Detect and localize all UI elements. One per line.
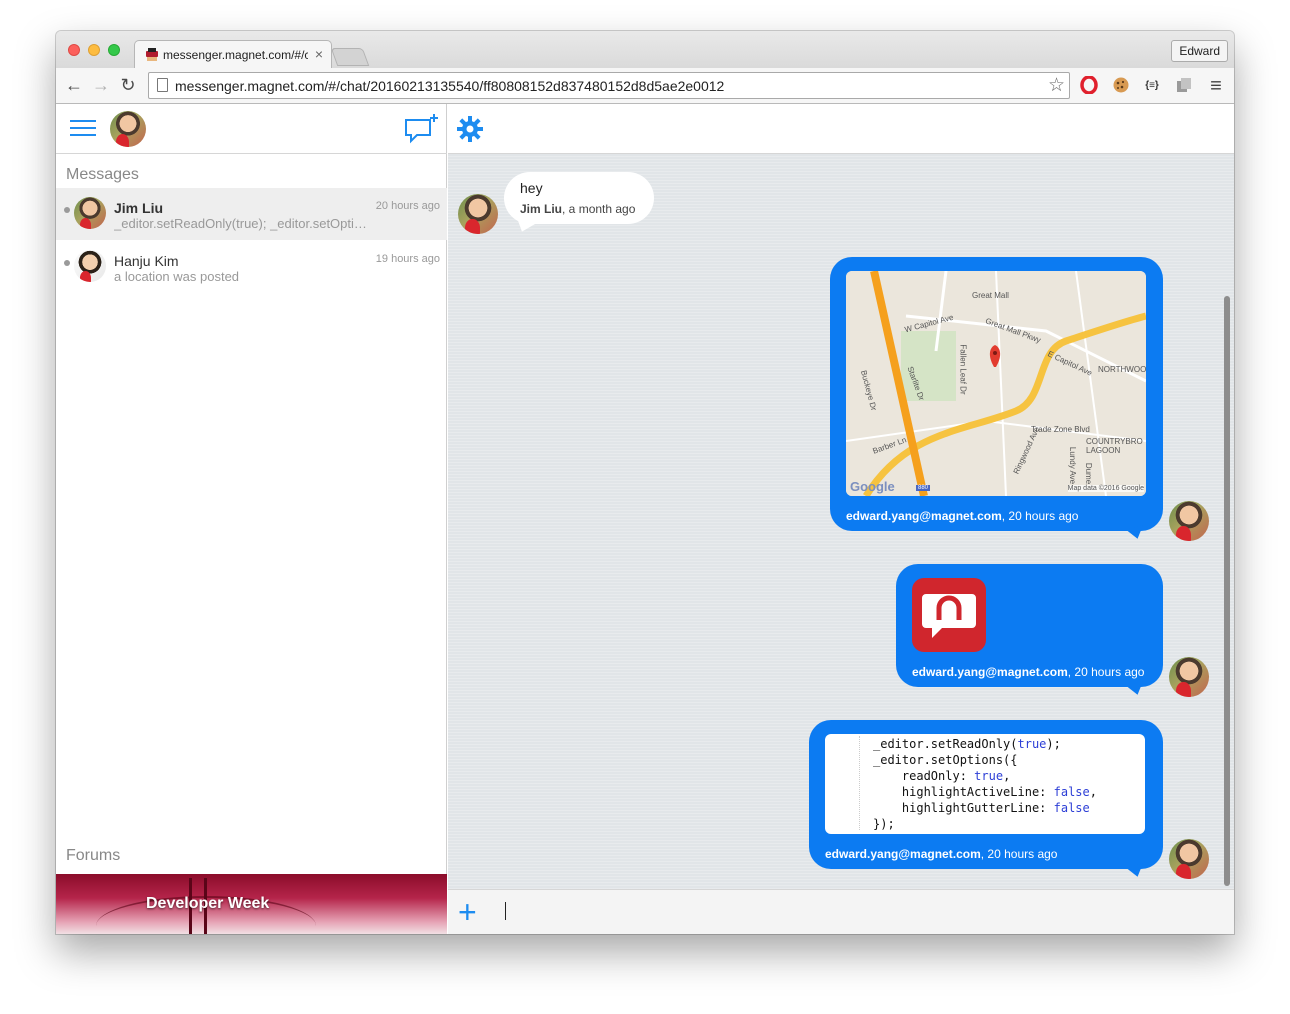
- my-avatar: [1169, 839, 1209, 879]
- tab-title: messenger.magnet.com/#/c: [163, 48, 308, 62]
- minimize-window-button[interactable]: [88, 44, 100, 56]
- bookmark-star-icon[interactable]: ☆: [1048, 74, 1065, 97]
- code-line: _editor.setReadOnly(true);: [873, 737, 1061, 751]
- conversation-name: Jim Liu: [114, 200, 164, 216]
- code-gutter: [859, 736, 860, 830]
- sidebar-header: [56, 104, 447, 154]
- current-user-avatar[interactable]: [110, 111, 146, 147]
- incoming-message: hey Jim Liu, a month ago: [504, 172, 654, 224]
- cookie-extension-icon[interactable]: [1111, 76, 1131, 96]
- code-line: _editor.setOptions({: [873, 753, 1018, 767]
- avatar: [74, 197, 106, 229]
- map-roads-graphic: [846, 271, 1146, 496]
- google-logo: Google: [850, 479, 895, 494]
- code-snippet[interactable]: _editor.setReadOnly(true); _editor.setOpt…: [825, 734, 1145, 834]
- message-sender: edward.yang@magnet.com: [825, 847, 981, 861]
- address-bar-url: messenger.magnet.com/#/chat/201602131355…: [175, 78, 725, 94]
- message-sender: edward.yang@magnet.com: [846, 509, 1002, 523]
- unread-dot: [64, 260, 70, 266]
- message-text: hey: [520, 180, 543, 196]
- location-map[interactable]: Great Mall W Capitol Ave Great Mall Pkwy…: [846, 271, 1146, 496]
- message-list[interactable]: hey Jim Liu, a month ago Great Mall W Ca…: [448, 154, 1234, 889]
- map-label: COUNTRYBRO LAGOON: [1086, 437, 1143, 455]
- forums-section-label: Forums: [66, 847, 121, 864]
- browser-tab[interactable]: messenger.magnet.com/#/c ×: [134, 40, 332, 68]
- chat-pane: hey Jim Liu, a month ago Great Mall W Ca…: [448, 104, 1234, 934]
- conversation-preview: _editor.setReadOnly(true); _editor.setOp…: [114, 216, 372, 231]
- map-label: Great Mall: [972, 291, 1009, 300]
- conversation-time: 20 hours ago: [375, 200, 440, 212]
- magnet-logo-icon: [922, 594, 976, 638]
- new-tab-button[interactable]: [330, 48, 370, 66]
- map-label: Dume: [1084, 462, 1094, 485]
- sender-avatar: [458, 194, 498, 234]
- address-bar[interactable]: messenger.magnet.com/#/chat/201602131355…: [148, 72, 1070, 99]
- browser-toolbar: ← → ↻ messenger.magnet.com/#/chat/201602…: [56, 68, 1234, 104]
- new-message-icon[interactable]: [403, 114, 439, 144]
- page-content: Messages Jim Liu _editor.setReadOnly(tru…: [56, 104, 1234, 934]
- conversation-preview: a location was posted: [114, 269, 240, 284]
- outgoing-message-code: _editor.setReadOnly(true); _editor.setOpt…: [809, 720, 1163, 869]
- conversation-item-jim-liu[interactable]: Jim Liu _editor.setReadOnly(true); _edit…: [56, 188, 447, 240]
- code-line: highlightGutterLine: false: [873, 801, 1090, 815]
- add-attachment-icon[interactable]: +: [458, 896, 477, 928]
- conversation-item-hanju-kim[interactable]: Hanju Kim a location was posted 19 hours…: [56, 241, 447, 293]
- messages-section-label: Messages: [66, 166, 139, 183]
- page-icon: [157, 78, 168, 92]
- map-label: Lundy Ave: [1068, 446, 1078, 485]
- conversation-time: 19 hours ago: [375, 253, 440, 265]
- sidebar: Messages Jim Liu _editor.setReadOnly(tru…: [56, 104, 447, 934]
- forum-item-developer-week[interactable]: Developer Week: [56, 874, 447, 934]
- image-attachment[interactable]: [912, 578, 986, 652]
- message-time: , 20 hours ago: [980, 847, 1058, 861]
- outgoing-message-location: Great Mall W Capitol Ave Great Mall Pkwy…: [830, 257, 1163, 531]
- opera-extension-icon[interactable]: [1079, 75, 1099, 96]
- message-input[interactable]: [502, 896, 1222, 928]
- message-sender: edward.yang@magnet.com: [912, 665, 1068, 679]
- gear-icon[interactable]: [456, 115, 484, 143]
- code-line: readOnly: true,: [873, 769, 1011, 783]
- profile-button[interactable]: Edward: [1171, 40, 1228, 62]
- magnet-favicon-icon: [146, 48, 158, 61]
- forum-title: Developer Week: [146, 895, 270, 912]
- message-meta: edward.yang@magnet.com, 20 hours ago: [912, 665, 1144, 679]
- highway-shield: 880: [916, 485, 931, 491]
- map-label: NORTHWOO: [1098, 365, 1146, 374]
- json-viewer-extension-icon[interactable]: {≡}: [1142, 76, 1162, 96]
- browser-window: messenger.magnet.com/#/c × Edward ← → ↻ …: [56, 31, 1234, 934]
- map-attribution: Map data ©2016 Google: [1067, 485, 1144, 492]
- code-line: highlightActiveLine: false,: [873, 785, 1097, 799]
- my-avatar: [1169, 657, 1209, 697]
- message-time: , 20 hours ago: [1067, 665, 1145, 679]
- composer: +: [448, 889, 1234, 934]
- my-avatar: [1169, 501, 1209, 541]
- chat-scrollbar[interactable]: [1222, 158, 1232, 886]
- message-time: , a month ago: [562, 202, 636, 216]
- scrollbar-thumb[interactable]: [1224, 296, 1230, 886]
- code-line: });: [873, 817, 895, 831]
- message-time: , 20 hours ago: [1001, 509, 1079, 523]
- extension-icon[interactable]: [1174, 76, 1194, 96]
- zoom-window-button[interactable]: [108, 44, 120, 56]
- back-arrow-icon[interactable]: ←: [64, 75, 84, 95]
- chrome-menu-icon[interactable]: ≡: [1206, 76, 1226, 96]
- tab-close-icon[interactable]: ×: [315, 46, 323, 62]
- hamburger-menu-icon[interactable]: [70, 120, 96, 138]
- message-sender: Jim Liu: [520, 202, 563, 216]
- avatar: [74, 250, 106, 282]
- conversation-name: Hanju Kim: [114, 253, 179, 269]
- unread-dot: [64, 207, 70, 213]
- map-label: Fallen Leaf Dr: [958, 344, 968, 395]
- message-meta: edward.yang@magnet.com, 20 hours ago: [825, 847, 1057, 861]
- outgoing-message-image: edward.yang@magnet.com, 20 hours ago: [896, 564, 1163, 687]
- chat-header: [448, 104, 1234, 154]
- reload-icon[interactable]: ↻: [118, 75, 138, 95]
- close-window-button[interactable]: [68, 44, 80, 56]
- tab-bar: messenger.magnet.com/#/c × Edward: [56, 31, 1234, 68]
- message-meta: Jim Liu, a month ago: [520, 202, 635, 216]
- forward-arrow-icon[interactable]: →: [91, 75, 111, 95]
- message-meta: edward.yang@magnet.com, 20 hours ago: [846, 509, 1078, 523]
